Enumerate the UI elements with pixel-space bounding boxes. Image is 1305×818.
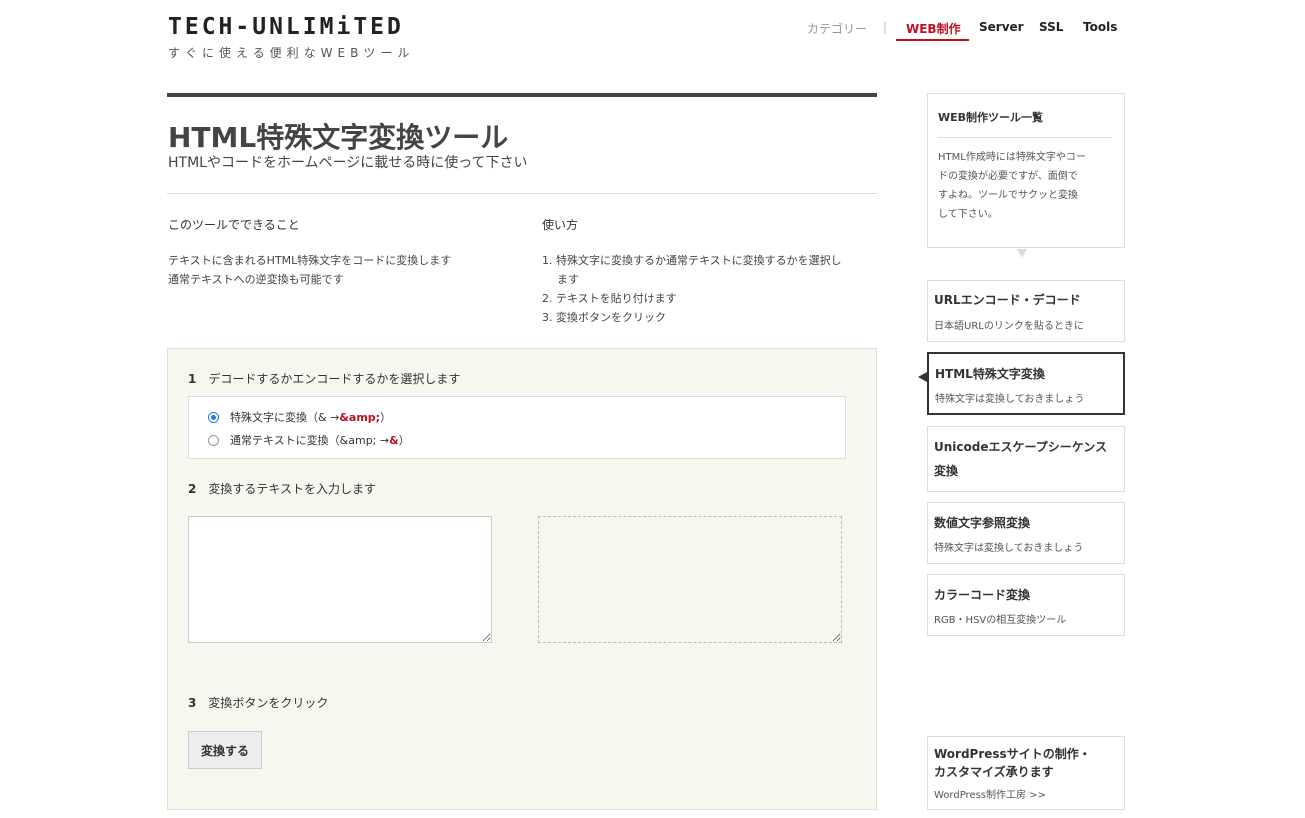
howto-step-cont: ます <box>557 273 579 286</box>
nav-separator: | <box>883 20 888 34</box>
promo-link[interactable]: WordPress制作工房 >> <box>934 786 1046 801</box>
sidebar-item-title: URLエンコード・デコード <box>934 293 1081 307</box>
sidebar-item-title: カラーコード変換 <box>934 588 1031 602</box>
active-item-arrow <box>918 372 927 382</box>
howto-steps: 1. 特殊文字に変換するか通常テキストに変換するかを選択し ます 2. テキスト… <box>542 251 842 327</box>
step3-number: 3 <box>188 696 197 710</box>
features-line: テキストに含まれるHTML特殊文字をコードに変換します <box>168 254 452 267</box>
page-title: HTML特殊文字変換ツール <box>168 121 509 154</box>
title-top-bar <box>167 93 877 97</box>
nav-item-ssl[interactable]: SSL <box>1039 20 1063 34</box>
radio-encode-button[interactable] <box>208 411 219 423</box>
radio-encode-prefix: 特殊文字に変換（& → <box>230 411 340 424</box>
features-text: テキストに含まれるHTML特殊文字をコードに変換します 通常テキストへの逆変換も… <box>168 251 451 289</box>
radio-encode-highlight: &amp; <box>339 410 381 424</box>
sidebar-item-title-cont: 変換 <box>934 464 959 478</box>
features-line: 通常テキストへの逆変換も可能です <box>168 273 344 286</box>
sidebar-item-color-code[interactable]: カラーコード変換 RGB・HSVの相互変換ツール <box>927 574 1125 636</box>
features-heading: このツールでできること <box>168 218 300 232</box>
sidebar-intro-line: して下さい。 <box>938 209 998 220</box>
howto-step: 3. 変換ボタンをクリック <box>542 311 666 324</box>
nav-item-tools[interactable]: Tools <box>1083 20 1117 34</box>
radio-decode-button[interactable] <box>208 434 219 446</box>
sidebar-item-title: 数値文字参照変換 <box>934 516 1031 530</box>
convert-button[interactable]: 変換する <box>188 731 262 769</box>
sidebar-item-url-encode[interactable]: URLエンコード・デコード 日本語URLのリンクを貼るときに <box>927 280 1125 342</box>
sidebar-intro-pointer <box>1017 249 1027 258</box>
output-textarea[interactable] <box>538 516 842 643</box>
sidebar-intro-line: すよね。ツールでサクッと変換 <box>938 190 1078 201</box>
sidebar-item-subtitle: 特殊文字は変換しておきましょう <box>935 394 1085 405</box>
top-nav: カテゴリー | WEB制作 Server SSL Tools <box>0 18 1305 42</box>
sidebar-item-html-entities[interactable]: HTML特殊文字変換 特殊文字は変換しておきましょう <box>927 352 1125 415</box>
nav-item-web[interactable]: WEB制作 <box>906 20 961 37</box>
step2-label: 変換するテキストを入力します <box>208 482 377 496</box>
step3-heading: 3 変換ボタンをクリック <box>188 694 328 711</box>
sidebar-item-title: Unicodeエスケープシーケンス <box>934 440 1108 454</box>
sidebar-intro-line: HTML作成時には特殊文字やコー <box>938 152 1086 163</box>
sidebar-item-subtitle: RGB・HSVの相互変換ツール <box>934 615 1067 626</box>
step1-heading: 1 デコードするかエンコードするかを選択します <box>188 370 460 387</box>
sidebar-intro-line: ドの変換が必要ですが、面倒で <box>938 171 1078 182</box>
radio-decode-prefix: 通常テキストに変換（&amp; → <box>230 434 390 447</box>
sidebar-intro-text: HTML作成時には特殊文字やコー ドの変換が必要ですが、面倒で すよね。ツールで… <box>938 148 1118 224</box>
radio-decode-highlight: & <box>389 433 399 447</box>
howto-step: 1. 特殊文字に変換するか通常テキストに変換するかを選択し <box>542 254 842 267</box>
converter-panel: 1 デコードするかエンコードするかを選択します 特殊文字に変換（& → &amp;… <box>167 348 877 810</box>
logo-subtitle: すぐに使える便利なWEBツール <box>168 46 415 60</box>
radio-encode-suffix: ） <box>380 411 392 424</box>
promo-line: カスタマイズ承ります <box>934 765 1054 779</box>
sidebar-item-subtitle: 日本語URLのリンクを貼るときに <box>934 321 1084 332</box>
sidebar-intro-title: WEB制作ツール一覧 <box>938 111 1044 124</box>
sidebar-item-subtitle: 特殊文字は変換しておきましょう <box>934 543 1084 554</box>
step1-number: 1 <box>188 372 197 386</box>
howto-step: 2. テキストを貼り付けます <box>542 292 677 305</box>
radio-decode[interactable]: 通常テキストに変換（&amp; → &） <box>208 432 410 448</box>
step2-heading: 2 変換するテキストを入力します <box>188 480 376 497</box>
radio-decode-suffix: ） <box>398 434 410 447</box>
sidebar-item-numeric-ref[interactable]: 数値文字参照変換 特殊文字は変換しておきましょう <box>927 502 1125 564</box>
input-textarea[interactable] <box>188 516 492 643</box>
divider <box>167 193 877 194</box>
step1-label: デコードするかエンコードするかを選択します <box>208 372 461 386</box>
sidebar-item-title: HTML特殊文字変換 <box>935 367 1045 381</box>
radio-encode[interactable]: 特殊文字に変換（& → &amp;） <box>208 409 391 425</box>
sidebar-intro: WEB制作ツール一覧 HTML作成時には特殊文字やコー ドの変換が必要ですが、面… <box>927 93 1125 248</box>
nav-category-label: カテゴリー <box>807 22 868 36</box>
step2-number: 2 <box>188 482 197 496</box>
step3-label: 変換ボタンをクリック <box>208 696 329 710</box>
sidebar-item-unicode-escape[interactable]: Unicodeエスケープシーケンス 変換 <box>927 426 1125 492</box>
nav-item-server[interactable]: Server <box>979 20 1024 34</box>
sidebar-intro-divider <box>938 137 1112 138</box>
mode-radio-group <box>188 396 846 459</box>
sidebar-promo-wordpress[interactable]: WordPressサイトの制作・ カスタマイズ承ります WordPress制作工… <box>927 736 1125 810</box>
nav-active-underline <box>896 39 969 41</box>
page-lead: HTMLやコードをホームページに載せる時に使って下さい <box>168 155 528 171</box>
howto-heading: 使い方 <box>542 218 579 232</box>
